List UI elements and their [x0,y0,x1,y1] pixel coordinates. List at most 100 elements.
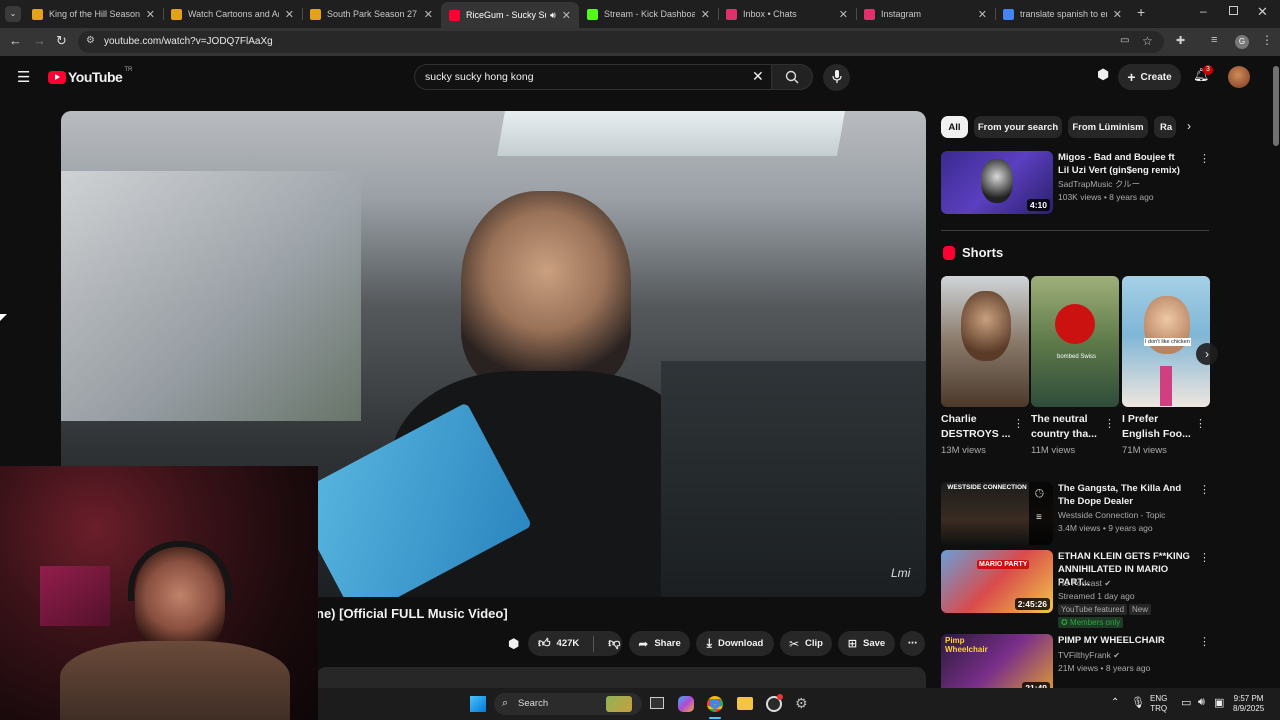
chip-more[interactable]: Ra [1154,116,1176,138]
browser-tab[interactable]: King of the Hill Season 14 ✕ [24,3,163,25]
display-icon[interactable]: ▭ [1181,696,1191,709]
related-title[interactable]: Migos - Bad and Boujee ft Lil Uzi Vert (… [1058,151,1188,177]
clip-button[interactable]: ✂ Clip [780,631,832,656]
short-thumbnail-2[interactable]: bombed Swiss [1031,276,1119,407]
new-tab-button[interactable]: + [1137,4,1145,20]
forward-icon[interactable]: → [33,33,46,48]
search-input[interactable]: sucky sucky hong kong ✕ [414,64,772,90]
browser-tab[interactable]: Stream - Kick Dashboard ✕ [579,3,718,25]
network-icon[interactable]: ▣ [1214,696,1224,709]
chip-all[interactable]: All [941,116,968,138]
short-title-1[interactable]: Charlie DESTROYS ... [941,412,1017,442]
tab-close-icon[interactable]: ✕ [424,8,433,21]
create-button[interactable]: + Create [1118,64,1181,90]
more-options-icon[interactable]: ⋮ [1104,417,1115,430]
task-view-icon[interactable] [650,697,664,709]
guide-menu-icon[interactable]: ☰ [17,68,30,86]
tab-close-icon[interactable]: ✕ [285,8,294,21]
related-channel[interactable]: H3 Podcast ✔ [1058,577,1111,590]
show-hidden-icons[interactable]: ⌃ [1111,697,1119,708]
watch-later-icon[interactable]: 🕒︎ [1035,488,1044,501]
tab-search-dropdown-icon[interactable]: ⌄ [5,6,21,22]
close-window-icon[interactable]: ✕ [1257,4,1268,20]
tab-close-icon[interactable]: ✕ [1113,8,1122,21]
related-thumbnail-migos[interactable]: 4:10 [941,151,1053,214]
tab-close-icon[interactable]: ✕ [701,8,710,21]
account-avatar[interactable] [1228,66,1250,88]
youtube-logo[interactable]: YouTube TR [48,67,132,85]
site-info-icon[interactable]: ⚙ [86,35,95,46]
youtube-wordmark: YouTube [68,69,123,85]
share-button[interactable]: ➦ Share [629,631,690,656]
download-button[interactable]: ⤓ Download [696,631,774,656]
more-options-icon[interactable]: ⋮ [1199,551,1210,564]
install-app-icon[interactable]: ▭ [1120,35,1129,46]
related-title[interactable]: PIMP MY WHEELCHAIR [1058,634,1198,647]
file-explorer-icon[interactable] [737,697,753,710]
tab-close-icon[interactable]: ✕ [562,9,571,22]
minimize-window-icon[interactable]: – [1200,4,1207,18]
bookmark-star-icon[interactable]: ☆ [1142,34,1153,48]
related-thumbnail-westside[interactable]: WESTSIDE CONNECTION 🕒︎ ≡ [941,482,1053,545]
browser-tab[interactable]: Inbox • Chats ✕ [718,3,856,25]
clock[interactable]: 9:57 PM 8/9/2025 [1233,694,1264,714]
save-button[interactable]: ⊞ Save [838,631,895,656]
clear-search-icon[interactable]: ✕ [752,68,764,85]
browser-tab[interactable]: South Park Season 27 Episode ✕ [302,3,441,25]
chip-from-channel[interactable]: From Lüminism [1068,116,1148,138]
related-title[interactable]: The Gangsta, The Killa And The Dope Deal… [1058,482,1198,508]
page-scrollbar[interactable] [1272,56,1280,688]
more-options-icon[interactable]: ⋮ [1199,635,1210,648]
dislike-button[interactable]: 👎︎ [600,636,620,651]
extensions-icon[interactable]: ✚ [1176,34,1185,47]
ask-lens-icon[interactable]: ⬢ [508,636,519,652]
browser-tab[interactable]: translate spanish to english ✕ [995,3,1130,25]
related-channel[interactable]: SadTrapMusic クルー [1058,178,1140,191]
description-box[interactable] [316,667,926,688]
search-button[interactable] [771,64,813,90]
short-title-2[interactable]: The neutral country tha... [1031,412,1107,442]
tab-close-icon[interactable]: ✕ [839,8,848,21]
shorts-heading: Shorts [962,245,1004,260]
volume-icon[interactable]: 🔊︎ [1198,696,1205,709]
reload-icon[interactable]: ↻ [56,33,67,49]
tab-close-icon[interactable]: ✕ [146,8,155,21]
chrome-icon[interactable] [707,696,723,712]
add-to-queue-icon[interactable]: ≡ [1036,512,1042,523]
related-channel[interactable]: TVFilthyFrank ✔ [1058,649,1120,662]
tab-close-icon[interactable]: ✕ [978,8,987,21]
more-options-icon[interactable]: ⋮ [1195,417,1206,430]
settings-gear-icon[interactable]: ⚙ [795,695,808,712]
lens-icon[interactable]: ⬢ [1097,66,1109,83]
more-options-icon[interactable]: ⋮ [1013,417,1024,430]
browser-tab[interactable]: Instagram ✕ [856,3,995,25]
more-actions-button[interactable]: ⋯ [900,631,925,656]
taskbar-search[interactable]: ⌕ Search [494,693,642,715]
start-button-icon[interactable] [470,696,486,712]
back-icon[interactable]: ← [9,33,22,48]
browser-tab[interactable]: Watch Cartoons and Anime ✕ [163,3,302,25]
short-title-3[interactable]: I Prefer English Foo... [1122,412,1198,442]
short-thumbnail-3[interactable]: I don't like chicken [1122,276,1210,407]
media-controls-icon[interactable]: ≡ [1211,34,1217,46]
copilot-icon[interactable] [678,696,694,712]
browser-tab[interactable]: RiceGum - Sucky Sucky 🔊︎ ✕ [441,2,579,28]
microphone-tray-icon[interactable]: 🎙︎ [1131,696,1145,709]
related-channel[interactable]: Westside Connection - Topic [1058,509,1165,522]
related-thumbnail-h3[interactable]: MARIO PARTY 2:45:26 [941,550,1053,613]
short-thumbnail-1[interactable] [941,276,1029,407]
scrollbar-thumb[interactable] [1273,66,1279,146]
shorts-next-button[interactable]: › [1196,343,1218,365]
profile-avatar[interactable]: G [1235,35,1249,49]
chips-next-icon[interactable]: › [1187,119,1191,133]
input-language[interactable]: ENG TRQ [1150,694,1167,714]
url-field[interactable]: ⚙ youtube.com/watch?v=JODQ7FlAaXg ▭ ☆ [78,31,1164,53]
restore-window-icon[interactable] [1229,6,1238,15]
more-options-icon[interactable]: ⋮ [1199,483,1210,496]
like-button[interactable]: 👍︎ 427K [528,636,579,651]
tab-audio-icon[interactable]: 🔊︎ [550,10,556,21]
browser-menu-icon[interactable]: ⋮ [1261,33,1273,47]
voice-search-button[interactable] [823,64,850,91]
more-options-icon[interactable]: ⋮ [1199,152,1210,165]
chip-from-your-search[interactable]: From your search [974,116,1062,138]
